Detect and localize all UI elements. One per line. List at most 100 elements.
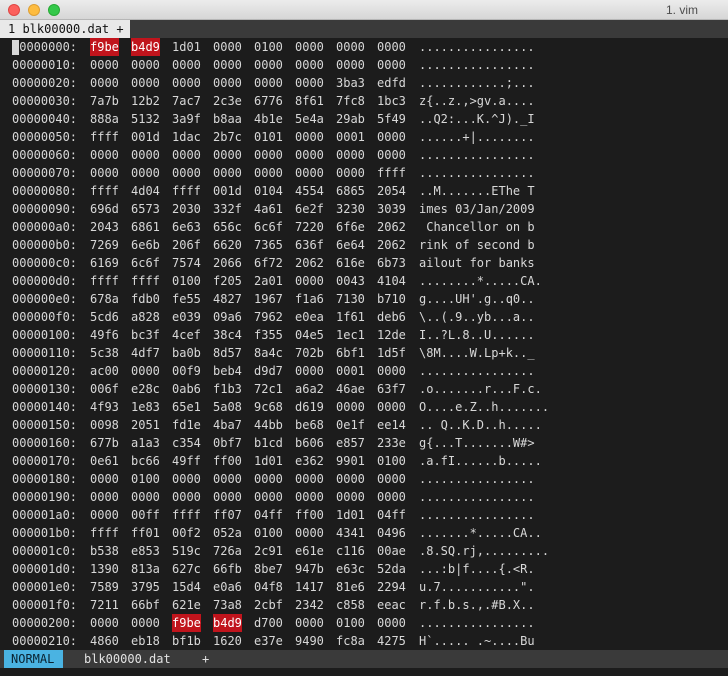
line-address: 00000020: [12,76,78,90]
hex-group: e61e [295,544,324,558]
ascii-column: imes 03/Jan/2009 [419,202,535,216]
zoom-window-button[interactable] [48,4,60,16]
hex-group: fdb0 [131,292,160,306]
hexdump-editor[interactable]: 00000000: f9be b4d9 1d01 0000 0100 0000 0000 000… [12,38,728,650]
hex-group: 1dac [172,130,201,144]
hex-group: 0000 [377,616,406,630]
hex-group: 00ff [131,508,160,522]
hex-group: 7962 [254,310,283,324]
ascii-column: ailout for banks [419,256,535,270]
hex-group: 0000 [90,58,119,72]
command-line[interactable] [0,668,728,676]
window-title: 1. vim [665,3,698,17]
hexdump-line: 00000070: 0000 0000 0000 0000 0000 0000 0000 fff… [12,164,728,182]
hex-group: 1f61 [336,310,365,324]
hex-group: 12b2 [131,94,160,108]
hexdump-line: 000000b0: 7269 6e6b 206f 6620 7365 636f 6e64 206… [12,236,728,254]
hex-group: f355 [254,328,283,342]
hex-group: 0000 [295,166,324,180]
line-address: 000001f0: [12,598,78,612]
status-modified-flag: + [202,652,210,666]
line-address: 00000210: [12,634,78,648]
hex-group: 8f61 [295,94,324,108]
hex-group: 621e [172,598,201,612]
hex-group: 4ba7 [213,418,242,432]
hex-group: 0000 [254,76,283,90]
hex-group: 73a8 [213,598,242,612]
line-address: 000001e0: [12,580,78,594]
magic-bytes-highlight: f9be [172,614,201,632]
hex-group: bf1b [172,634,201,648]
hexdump-line: 00000050: ffff 001d 1dac 2b7c 0101 0000 0001 000… [12,128,728,146]
mode-indicator: NORMAL [4,650,64,668]
hex-group: 4cef [172,328,201,342]
hex-group: 0101 [254,130,283,144]
hex-group: 6620 [213,238,242,252]
hex-group: 0000 [254,490,283,504]
hex-group: 0000 [295,616,324,630]
status-line: NORMAL blk00000.dat + [0,650,728,668]
hex-group: f1a6 [295,292,324,306]
hex-group: 2c3e [213,94,242,108]
hex-group: 0000 [172,148,201,162]
ascii-column: ................ [419,508,535,522]
line-address: 00000100: [12,328,78,342]
hex-group: 3ba3 [336,76,365,90]
hex-group: 52da [377,562,406,576]
ascii-column: u.7...........". [419,580,535,594]
hex-group: 0000 [336,472,365,486]
hex-group: 0000 [172,166,201,180]
line-address: 00000030: [12,94,78,108]
hex-group: 6169 [90,256,119,270]
hex-group: 0000 [377,364,406,378]
hex-group: 7211 [90,598,119,612]
hex-group: 052a [213,526,242,540]
hex-group: 8be7 [254,562,283,576]
hex-group: eeac [377,598,406,612]
hexdump-line: 00000180: 0000 0100 0000 0000 0000 0000 0000 000… [12,470,728,488]
hex-group: bc66 [131,454,160,468]
ascii-column: H`..... .~....Bu [419,634,535,648]
hex-group: 4d04 [131,184,160,198]
hexdump-line: 00000200: 0000 0000 f9be b4d9 d700 0000 0100 000… [12,614,728,632]
hex-group: 0000 [295,364,324,378]
ascii-column: g{...T.......W#> [419,436,535,450]
hexdump-line: 000001b0: ffff ff01 00f2 052a 0100 0000 4341 049… [12,524,728,542]
hex-group: ffff [131,274,160,288]
hex-group: 6f72 [254,256,283,270]
hex-group: 0000 [377,490,406,504]
hex-group: e0ea [295,310,324,324]
hexdump-line: 000000f0: 5cd6 a828 e039 09a6 7962 e0ea 1f61 deb… [12,308,728,326]
hex-group: 6b73 [377,256,406,270]
hex-group: 0100 [336,616,365,630]
hex-group: 0000 [295,76,324,90]
line-address: 00000120: [12,364,78,378]
line-address: 000000f0: [12,310,78,324]
hex-group: deb6 [377,310,406,324]
hex-group: 0000 [90,616,119,630]
hex-group: 6bf1 [336,346,365,360]
hex-group: 09a6 [213,310,242,324]
line-address: 000000a0: [12,220,78,234]
hex-group: 0000 [377,130,406,144]
hex-group: 0000 [90,472,119,486]
minimize-window-button[interactable] [28,4,40,16]
tab-blk00000[interactable]: 1 blk00000.dat + [0,20,130,38]
hex-group: 7220 [295,220,324,234]
hex-group: 4a61 [254,202,283,216]
hex-group: 7130 [336,292,365,306]
hex-group: 0000 [213,166,242,180]
ascii-column: ................ [419,166,535,180]
hex-group: a6a2 [295,382,324,396]
close-window-button[interactable] [8,4,20,16]
hex-group: 00f2 [172,526,201,540]
ascii-column: g....UH'.g..q0.. [419,292,535,306]
hex-group: 9c68 [254,400,283,414]
hex-group: 233e [377,436,406,450]
line-address: 000001b0: [12,526,78,540]
hex-group: 947b [295,562,324,576]
hex-group: ffff [90,130,119,144]
line-address: 00000150: [12,418,78,432]
hex-group: 66fb [213,562,242,576]
hex-group: 49ff [172,454,201,468]
